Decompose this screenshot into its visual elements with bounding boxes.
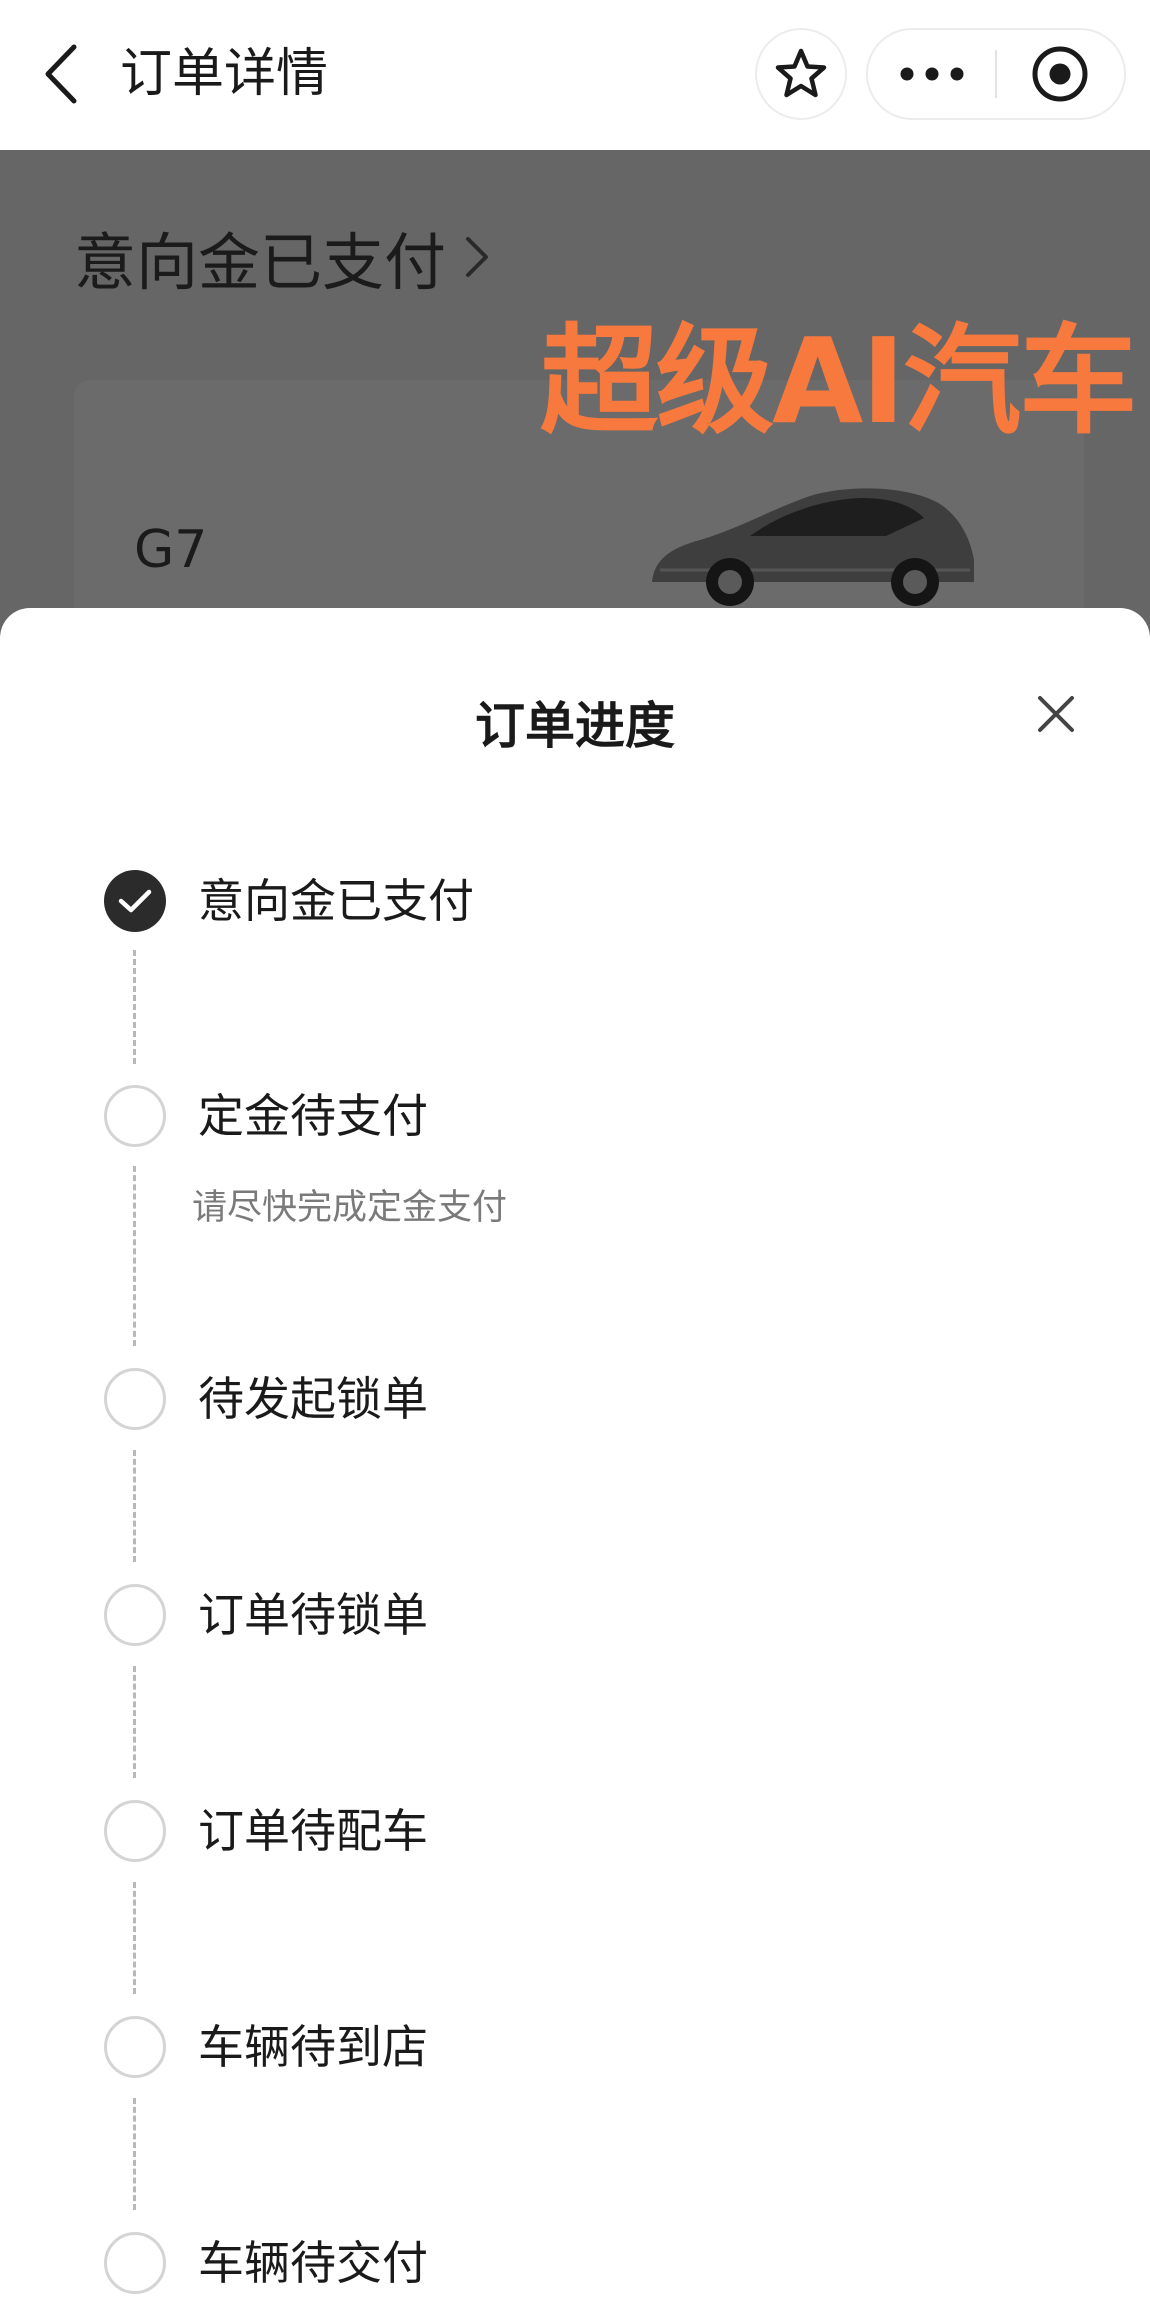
order-status-link[interactable]: 意向金已支付 bbox=[74, 212, 490, 302]
more-dots-icon bbox=[900, 67, 963, 81]
star-outline-icon bbox=[775, 48, 827, 98]
step-label: 订单待锁单 bbox=[198, 1588, 428, 1642]
pending-circle-icon bbox=[104, 1800, 166, 1862]
nav-bar: 订单详情 bbox=[0, 0, 1150, 150]
vehicle-model: G7 bbox=[134, 520, 208, 580]
pending-circle-icon bbox=[104, 1584, 166, 1646]
step-label: 待发起锁单 bbox=[198, 1372, 428, 1426]
step-label: 订单待配车 bbox=[198, 1804, 428, 1858]
pending-circle-icon bbox=[104, 1085, 166, 1147]
more-button[interactable] bbox=[868, 30, 995, 118]
step-connector bbox=[133, 1450, 136, 1562]
step-label: 定金待支付 bbox=[198, 1089, 428, 1143]
step-label: 车辆待交付 bbox=[198, 2236, 428, 2290]
record-target-icon bbox=[1032, 46, 1088, 102]
order-status-text: 意向金已支付 bbox=[74, 226, 447, 299]
step-connector bbox=[133, 1666, 136, 1778]
miniprogram-capsule bbox=[866, 28, 1126, 120]
vehicle-image bbox=[652, 488, 974, 606]
step-label: 车辆待到店 bbox=[198, 2020, 428, 2074]
step-connector bbox=[133, 950, 136, 1064]
step-label: 意向金已支付 bbox=[198, 874, 474, 928]
chevron-right-icon bbox=[466, 237, 489, 277]
pending-circle-icon bbox=[104, 2016, 166, 2078]
app-root: 订单详情 意向金已支付 G7 超级AI汽车 订单进度 意向金已支付 定金待支付 … bbox=[0, 0, 1150, 2308]
progress-steps: 意向金已支付 定金待支付 请尽快完成定金支付 待发起锁单 订单待锁单 订单待配车… bbox=[0, 608, 1150, 2308]
step-connector bbox=[133, 1882, 136, 1994]
chevron-left-icon bbox=[45, 44, 77, 104]
order-progress-sheet: 订单进度 意向金已支付 定金待支付 请尽快完成定金支付 待发起锁单 订单待锁单 … bbox=[0, 608, 1150, 2308]
favorite-button[interactable] bbox=[755, 28, 847, 120]
step-connector bbox=[133, 1166, 136, 1346]
completed-check-icon bbox=[104, 870, 166, 932]
close-miniprogram-button[interactable] bbox=[997, 30, 1124, 118]
pending-circle-icon bbox=[104, 2232, 166, 2294]
back-button[interactable] bbox=[30, 36, 90, 112]
step-connector bbox=[133, 2098, 136, 2210]
step-note: 请尽快完成定金支付 bbox=[192, 1188, 508, 1228]
page-title: 订单详情 bbox=[120, 44, 329, 104]
watermark-text: 超级AI汽车 bbox=[540, 312, 1137, 450]
pending-circle-icon bbox=[104, 1368, 166, 1430]
